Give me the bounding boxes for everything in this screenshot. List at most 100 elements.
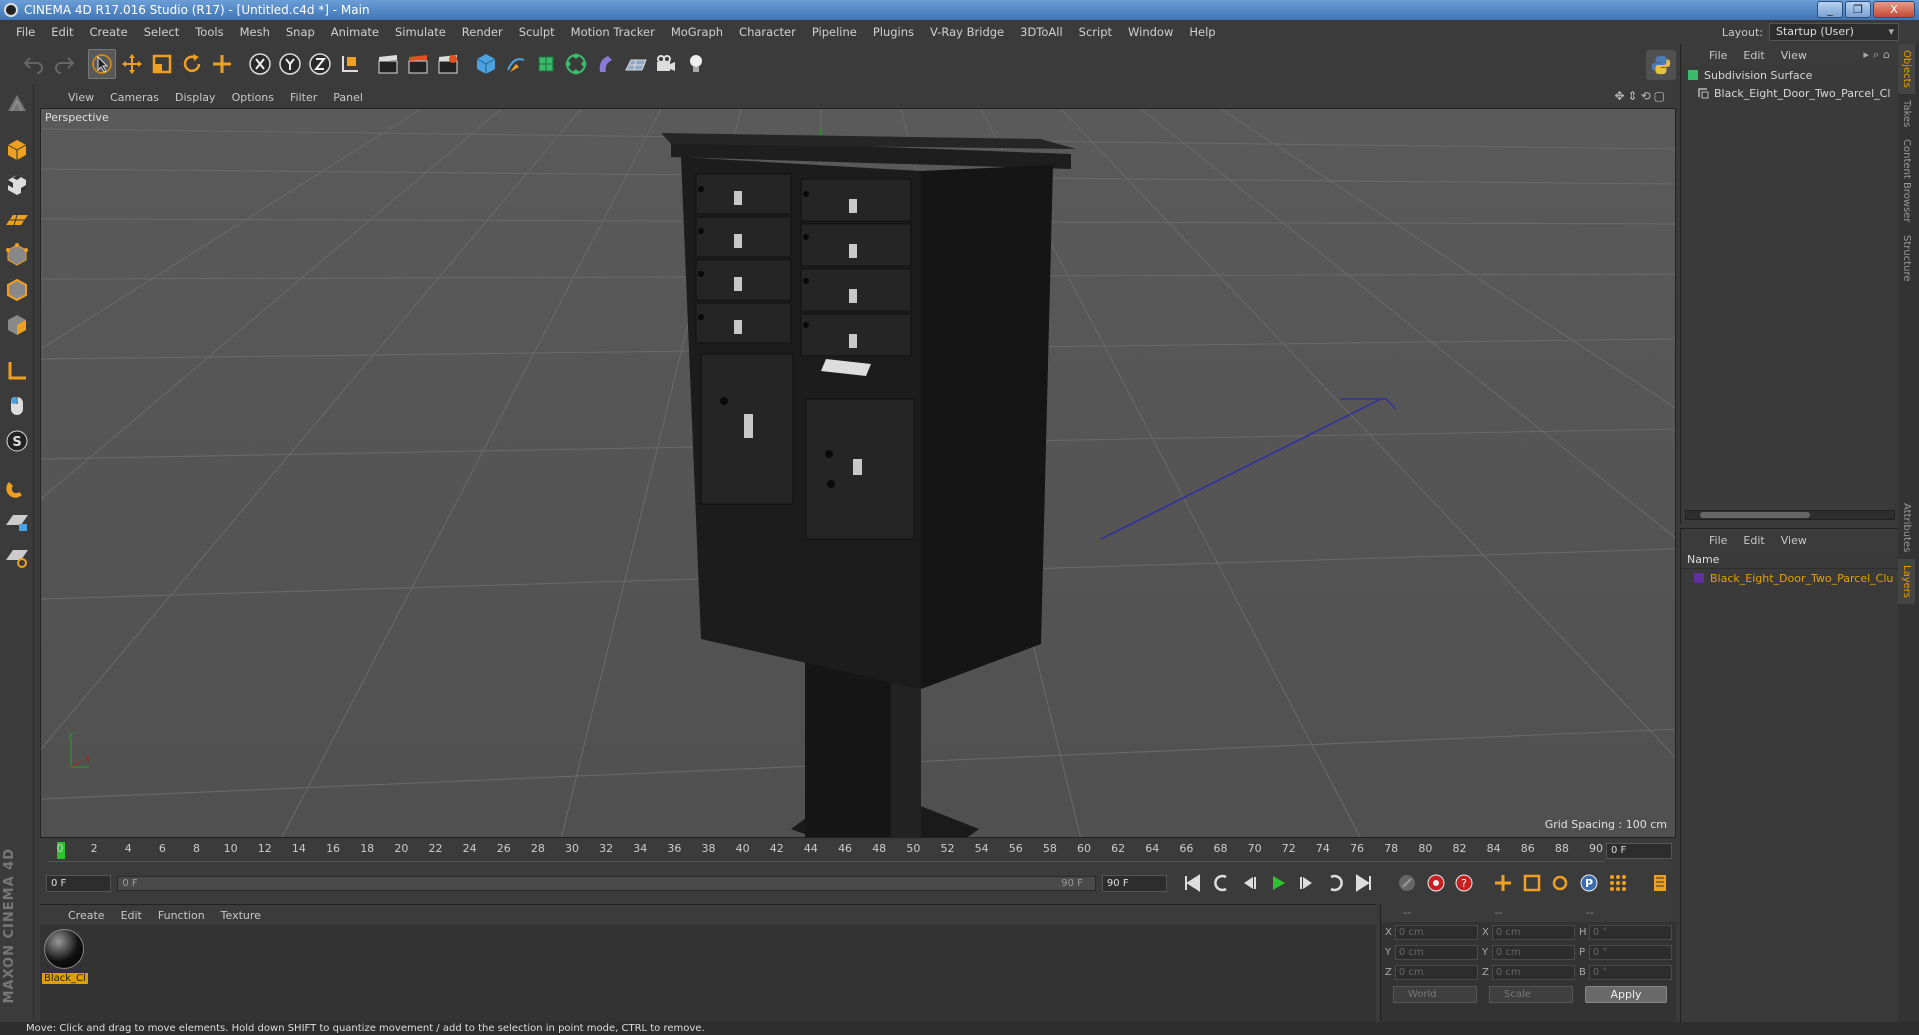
cube-button[interactable] bbox=[472, 49, 500, 79]
key-pla-button[interactable] bbox=[1605, 870, 1631, 896]
tab-content-browser[interactable]: Content Browser bbox=[1898, 133, 1915, 228]
size-mode-select[interactable]: Scale bbox=[1489, 986, 1573, 1003]
material-name[interactable]: Black_Cl bbox=[42, 973, 88, 984]
python-script-button[interactable] bbox=[1646, 50, 1676, 80]
tab-structure[interactable]: Structure bbox=[1898, 229, 1915, 288]
object-menu-view[interactable]: View bbox=[1773, 49, 1815, 62]
recent-tool-button[interactable] bbox=[208, 49, 236, 79]
menu-help[interactable]: Help bbox=[1181, 25, 1223, 39]
timeline-window-button[interactable] bbox=[1647, 870, 1673, 896]
record-keys-button[interactable] bbox=[1394, 870, 1420, 896]
rotation-p-field[interactable]: 0 ° bbox=[1588, 944, 1672, 960]
object-menu-edit[interactable]: Edit bbox=[1735, 49, 1772, 62]
menu-render[interactable]: Render bbox=[454, 25, 511, 39]
frame-ruler[interactable]: 0 2 4 6 8 10 12 14 16 18 20 22 24 26 28 30 32 34 36 38 40 42 4… bbox=[48, 840, 1604, 862]
z-axis-button[interactable] bbox=[306, 49, 334, 79]
menu-edit[interactable]: Edit bbox=[43, 25, 81, 39]
end-frame-field[interactable]: 90 F bbox=[1101, 874, 1168, 892]
menu-create[interactable]: Create bbox=[82, 25, 136, 39]
subdivision-surface-button[interactable] bbox=[532, 49, 560, 79]
menu-motion-tracker[interactable]: Motion Tracker bbox=[563, 25, 663, 39]
position-x-field[interactable]: 0 cm bbox=[1394, 924, 1478, 940]
viewport-menu-view[interactable]: View bbox=[60, 91, 102, 104]
previous-frame-button[interactable] bbox=[1237, 870, 1263, 896]
rotation-b-field[interactable]: 0 ° bbox=[1588, 964, 1672, 980]
perspective-viewport[interactable]: y x Perspective Grid Spacing : 100 cm bbox=[40, 108, 1676, 838]
object-row-mailbox[interactable]: Black_Eight_Door_Two_Parcel_Cl bbox=[1681, 84, 1898, 102]
position-y-field[interactable]: 0 cm bbox=[1394, 944, 1478, 960]
undo-button[interactable] bbox=[20, 49, 48, 79]
live-selection-button[interactable] bbox=[88, 49, 116, 79]
lock-workplane-button[interactable] bbox=[2, 507, 32, 537]
maximize-button[interactable]: ❐ bbox=[1845, 1, 1871, 18]
material-preview-ball[interactable] bbox=[44, 929, 84, 969]
material-menu-create[interactable]: Create bbox=[60, 909, 113, 922]
size-y-field[interactable]: 0 cm bbox=[1491, 944, 1575, 960]
model-mode-button[interactable] bbox=[2, 135, 32, 165]
render-settings-button[interactable] bbox=[434, 49, 462, 79]
cloner-button[interactable] bbox=[562, 49, 590, 79]
axis-mode-button[interactable] bbox=[2, 356, 32, 386]
menu-simulate[interactable]: Simulate bbox=[387, 25, 454, 39]
texture-mode-button[interactable] bbox=[2, 170, 32, 200]
light-button[interactable] bbox=[682, 49, 710, 79]
apply-button[interactable]: Apply bbox=[1585, 986, 1667, 1003]
deformer-button[interactable] bbox=[592, 49, 620, 79]
tab-objects[interactable]: Objects bbox=[1898, 44, 1915, 94]
start-frame-field[interactable]: 0 F bbox=[46, 874, 112, 892]
viewport-menu-panel[interactable]: Panel bbox=[325, 91, 371, 104]
y-axis-button[interactable] bbox=[276, 49, 304, 79]
size-z-field[interactable]: 0 cm bbox=[1491, 964, 1575, 980]
previous-key-button[interactable] bbox=[1208, 870, 1234, 896]
tab-layers[interactable]: Layers bbox=[1898, 558, 1915, 604]
points-mode-button[interactable] bbox=[2, 240, 32, 270]
viewport-menu-options[interactable]: Options bbox=[224, 91, 282, 104]
menu-script[interactable]: Script bbox=[1071, 25, 1120, 39]
object-manager-scrollbar[interactable] bbox=[1685, 510, 1895, 520]
menu-tools[interactable]: Tools bbox=[187, 25, 231, 39]
camera-button[interactable] bbox=[652, 49, 680, 79]
viewport-menu-cameras[interactable]: Cameras bbox=[102, 91, 167, 104]
menu-3dtoall[interactable]: 3DToAll bbox=[1012, 25, 1071, 39]
workplane-mode-button[interactable] bbox=[2, 205, 32, 235]
autokey-button[interactable] bbox=[1423, 870, 1449, 896]
preview-range-slider[interactable]: 0 F 90 F bbox=[117, 875, 1096, 891]
key-rotation-button[interactable] bbox=[1547, 870, 1573, 896]
size-x-field[interactable]: 0 cm bbox=[1491, 924, 1575, 940]
menu-plugins[interactable]: Plugins bbox=[865, 25, 922, 39]
render-view-button[interactable] bbox=[374, 49, 402, 79]
rotate-tool-button[interactable] bbox=[178, 49, 206, 79]
current-frame-field[interactable]: 0 F bbox=[1606, 843, 1672, 859]
play-button[interactable] bbox=[1265, 870, 1291, 896]
tab-attributes[interactable]: Attributes bbox=[1898, 497, 1915, 558]
go-to-end-button[interactable] bbox=[1351, 870, 1377, 896]
material-menu-function[interactable]: Function bbox=[150, 909, 213, 922]
viewport-nav-icons[interactable]: ✥⇕⟲▢ bbox=[1614, 89, 1668, 103]
menu-snap[interactable]: Snap bbox=[278, 25, 323, 39]
layout-select[interactable]: Startup (User) bbox=[1769, 23, 1899, 41]
redo-button[interactable] bbox=[50, 49, 78, 79]
menu-mesh[interactable]: Mesh bbox=[232, 25, 278, 39]
scale-tool-button[interactable] bbox=[148, 49, 176, 79]
menu-animate[interactable]: Animate bbox=[323, 25, 387, 39]
menu-select[interactable]: Select bbox=[136, 25, 187, 39]
menu-pipeline[interactable]: Pipeline bbox=[804, 25, 865, 39]
go-to-start-button[interactable] bbox=[1179, 870, 1205, 896]
key-position-button[interactable] bbox=[1490, 870, 1516, 896]
key-parameter-button[interactable]: P bbox=[1576, 870, 1602, 896]
rotation-h-field[interactable]: 0 ° bbox=[1588, 924, 1672, 940]
minimize-button[interactable]: _ bbox=[1817, 1, 1843, 18]
make-editable-button[interactable] bbox=[2, 89, 32, 119]
polygons-mode-button[interactable] bbox=[2, 310, 32, 340]
magnet-button[interactable] bbox=[2, 472, 32, 502]
menu-window[interactable]: Window bbox=[1120, 25, 1181, 39]
render-picture-viewer-button[interactable] bbox=[404, 49, 432, 79]
pen-spline-button[interactable] bbox=[502, 49, 530, 79]
floor-button[interactable] bbox=[622, 49, 650, 79]
menu-vray-bridge[interactable]: V-Ray Bridge bbox=[922, 25, 1012, 39]
next-frame-button[interactable] bbox=[1294, 870, 1320, 896]
move-tool-button[interactable] bbox=[118, 49, 146, 79]
position-z-field[interactable]: 0 cm bbox=[1394, 964, 1478, 980]
layer-menu-edit[interactable]: Edit bbox=[1735, 534, 1772, 547]
viewport-menu-display[interactable]: Display bbox=[167, 91, 224, 104]
